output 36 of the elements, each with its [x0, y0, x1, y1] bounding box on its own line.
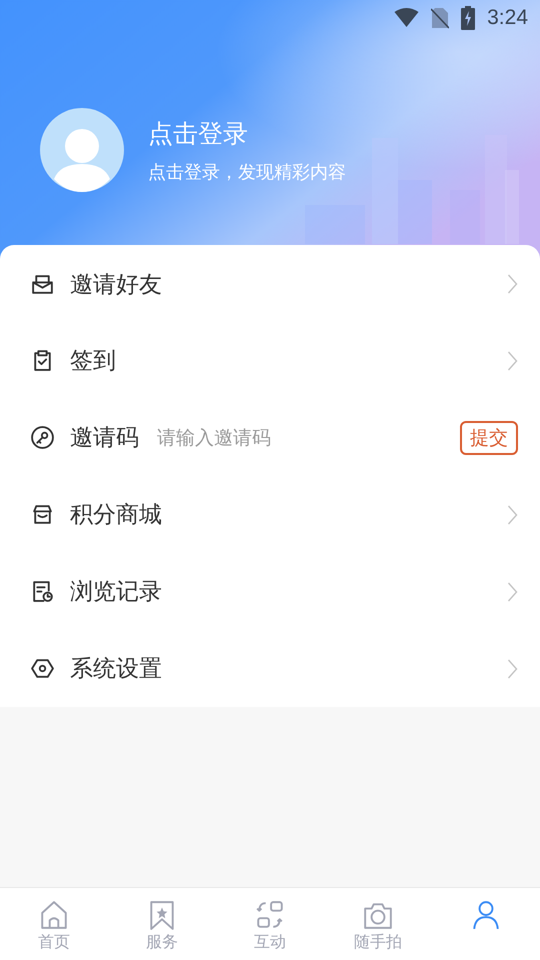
invite-code-label: 邀请码 [70, 424, 139, 453]
nav-tab[interactable]: 互动 [216, 888, 324, 960]
status-time: 3:24 [487, 6, 528, 30]
no-sim-icon [431, 7, 450, 29]
settings-icon [30, 656, 55, 681]
nav-tab[interactable]: 随手拍 [324, 888, 432, 960]
menu-item-label: 签到 [70, 347, 116, 376]
chevron-right-icon [507, 350, 518, 370]
submit-button[interactable]: 提交 [460, 420, 518, 454]
avatar-icon[interactable] [40, 108, 124, 192]
chevron-right-icon [507, 658, 518, 678]
home-icon [39, 900, 69, 930]
invite-code-field[interactable]: 请输入邀请码 [155, 426, 460, 450]
nav-tab[interactable]: 首页 [0, 888, 108, 960]
key-icon [30, 425, 55, 450]
store-icon [30, 502, 55, 527]
menu-item[interactable]: 系统设置 [0, 630, 540, 707]
menu-item-label: 系统设置 [70, 655, 162, 684]
menu-item-label: 浏览记录 [70, 578, 162, 607]
menu-item[interactable]: 邀请好友 [0, 246, 540, 322]
login-title[interactable]: 点击登录 [148, 116, 346, 150]
wifi-icon [394, 8, 420, 28]
person-icon [471, 900, 501, 930]
battery-icon [461, 6, 476, 30]
menu-item[interactable]: 积分商城 [0, 476, 540, 553]
menu-item-label: 积分商城 [70, 501, 162, 530]
chevron-right-icon [507, 274, 518, 294]
menu-item[interactable]: 签到 [0, 322, 540, 399]
menu-item[interactable]: 浏览记录 [0, 553, 540, 630]
menu-item-label: 邀请好友 [70, 270, 162, 300]
chevron-right-icon [507, 582, 518, 602]
login-subtitle: 点击登录，发现精彩内容 [148, 160, 346, 184]
nav-tab[interactable]: 服务 [108, 888, 216, 960]
chevron-right-icon [507, 504, 518, 524]
history-icon [30, 579, 55, 604]
swap-icon [255, 900, 285, 930]
